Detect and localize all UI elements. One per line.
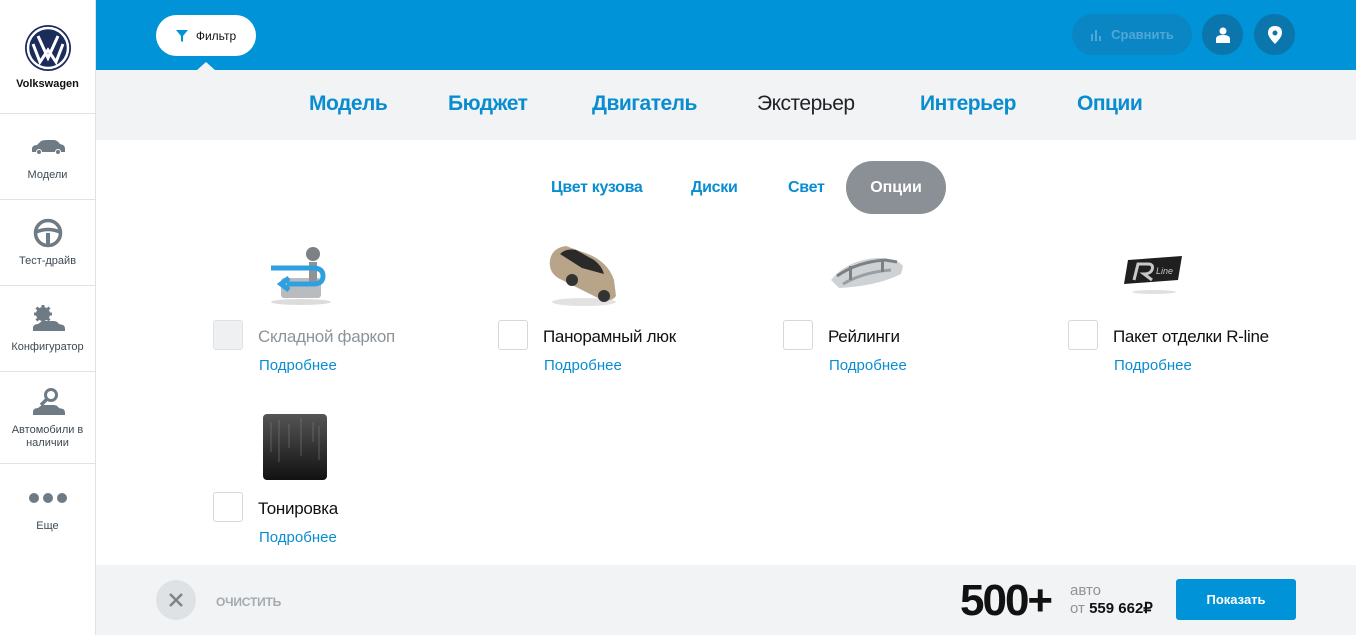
filter-button[interactable]: Фильтр <box>156 15 256 56</box>
option-tinting: Тонировка Подробнее <box>213 412 493 572</box>
sidebar-item-more[interactable]: Еще <box>0 464 95 550</box>
option-label: Пакет отделки R-line <box>1113 327 1269 346</box>
option-checkbox[interactable] <box>1068 320 1098 350</box>
clear-label[interactable]: ОЧИСТИТЬ <box>216 595 281 609</box>
filter-label: Фильтр <box>195 28 237 43</box>
car-gear-icon <box>28 303 68 335</box>
result-count: 500+ <box>960 576 1053 625</box>
top-bar: Фильтр Сравнить <box>96 0 1356 70</box>
compare-button[interactable]: Сравнить <box>1072 14 1192 55</box>
subtab-options[interactable]: Опции <box>846 161 946 214</box>
sidebar-item-label: Еще <box>36 519 59 532</box>
sidebar-item-configurator[interactable]: Конфигуратор <box>0 286 95 372</box>
user-icon <box>1215 27 1230 43</box>
option-checkbox[interactable] <box>783 320 813 350</box>
close-icon <box>169 593 183 607</box>
brand[interactable]: Volkswagen <box>0 0 95 114</box>
sidebar-item-label: Конфигуратор <box>11 341 84 353</box>
option-checkbox[interactable] <box>213 492 243 522</box>
more-dots-icon <box>28 482 68 514</box>
tab-interior[interactable]: Интерьер <box>920 92 1017 116</box>
roof-rails-image <box>831 258 903 288</box>
location-button[interactable] <box>1254 14 1295 55</box>
result-count-unit: авто <box>1070 582 1102 599</box>
filter-icon <box>175 29 188 42</box>
tab-model[interactable]: Модель <box>309 92 388 116</box>
option-checkbox[interactable] <box>498 320 528 350</box>
r-line-badge-image: Line <box>1124 256 1182 294</box>
tab-options[interactable]: Опции <box>1077 92 1143 116</box>
option-label: Рейлинги <box>828 327 900 346</box>
sidebar-item-label: Тест-драйв <box>18 255 77 267</box>
show-button[interactable]: Показать <box>1176 579 1296 620</box>
tab-budget[interactable]: Бюджет <box>448 92 528 116</box>
option-r-line: Line Пакет отделки R-line Подробнее <box>1068 240 1348 400</box>
option-more-link[interactable]: Подробнее <box>544 357 622 374</box>
price-value: 559 662₽ <box>1089 600 1153 617</box>
option-label: Складной фаркоп <box>258 327 395 346</box>
price-from: от 559 662₽ <box>1070 599 1153 617</box>
option-label: Панорамный люк <box>543 327 676 346</box>
subtab-body-color[interactable]: Цвет кузова <box>551 179 643 197</box>
bottom-bar: ОЧИСТИТЬ 500+ авто от 559 662₽ Показать <box>96 565 1356 635</box>
option-label: Тонировка <box>258 499 338 518</box>
brand-name: Volkswagen <box>16 78 79 90</box>
sidebar-item-models[interactable]: Модели <box>0 114 95 200</box>
option-more-link[interactable]: Подробнее <box>259 357 337 374</box>
sidebar-item-label: Модели <box>27 169 68 181</box>
panoramic-roof-image <box>549 246 616 306</box>
towbar-image <box>271 247 331 305</box>
option-roof-rails: Рейлинги Подробнее <box>783 240 1063 400</box>
compare-label: Сравнить <box>1111 27 1174 42</box>
svg-text:Line: Line <box>1156 266 1173 276</box>
location-pin-icon <box>1267 25 1282 44</box>
option-more-link[interactable]: Подробнее <box>1114 357 1192 374</box>
price-prefix: от <box>1070 600 1085 617</box>
sidebar-item-test-drive[interactable]: Тест-драйв <box>0 200 95 286</box>
steering-wheel-icon <box>28 217 68 249</box>
sidebar-item-in-stock[interactable]: Автомобили в наличии <box>0 372 95 464</box>
sidebar-item-label: Автомобили в наличии <box>11 423 84 449</box>
filter-caret <box>197 62 215 70</box>
subtab-lights[interactable]: Свет <box>788 179 825 197</box>
car-icon <box>28 131 68 163</box>
option-towbar: Складной фаркоп Подробнее <box>213 240 493 400</box>
option-panoramic-roof: Панорамный люк Подробнее <box>498 240 778 400</box>
sidebar: Volkswagen Модели Тест-драйв Конфигурато… <box>0 0 96 635</box>
option-more-link[interactable]: Подробнее <box>259 529 337 546</box>
user-button[interactable] <box>1202 14 1243 55</box>
subtab-wheels[interactable]: Диски <box>691 179 738 197</box>
option-checkbox[interactable] <box>213 320 243 350</box>
main-tabs: Модель Бюджет Двигатель Экстерьер Интерь… <box>96 70 1356 140</box>
clear-button[interactable] <box>156 580 196 620</box>
tab-engine[interactable]: Двигатель <box>592 92 697 116</box>
option-more-link[interactable]: Подробнее <box>829 357 907 374</box>
car-search-icon <box>28 386 68 418</box>
tab-exterior[interactable]: Экстерьер <box>757 92 855 116</box>
tinting-image <box>263 414 327 480</box>
vw-logo-icon <box>24 25 71 71</box>
bar-chart-icon <box>1091 30 1102 41</box>
